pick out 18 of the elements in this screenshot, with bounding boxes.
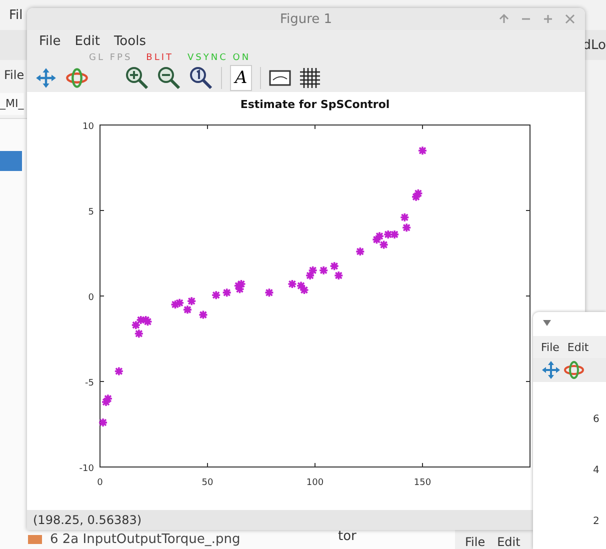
axis-tick-label: 100 bbox=[306, 478, 324, 488]
axis-tick-label: 4 bbox=[593, 465, 600, 476]
axis-tick-label: 150 bbox=[414, 478, 432, 488]
axis-tick-label: 2 bbox=[593, 516, 600, 527]
axis-tick-label: 10 bbox=[82, 122, 94, 132]
chart-title: Estimate for SpSControl bbox=[240, 98, 390, 111]
axis-tick-label: 0 bbox=[88, 293, 94, 303]
debug-overlay-text: BLIT bbox=[146, 53, 174, 63]
axis-tick-label: 5 bbox=[88, 208, 94, 218]
axis-tick-label: -5 bbox=[85, 378, 94, 388]
debug-overlay-text: GL FPS bbox=[89, 53, 132, 63]
window-title: Figure 1 bbox=[280, 12, 332, 26]
axis-tick-label: 50 bbox=[202, 478, 214, 488]
axis-tick-label: 6 bbox=[593, 414, 600, 425]
axis-tick-label: 0 bbox=[97, 478, 103, 488]
axis-tick-label: -10 bbox=[79, 464, 94, 474]
debug-overlay-text: VSYNC ON bbox=[188, 53, 251, 63]
cursor-coordinates: (198.25, 0.56383) bbox=[33, 513, 142, 527]
